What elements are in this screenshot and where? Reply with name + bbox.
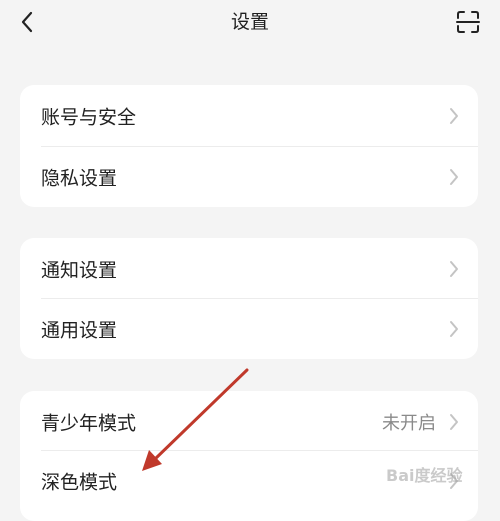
settings-item-label: 青少年模式 <box>41 412 137 434</box>
settings-item-label: 隐私设置 <box>41 167 118 189</box>
settings-item-label: 通用设置 <box>41 319 118 341</box>
page-title: 设置 <box>230 11 269 33</box>
scan-icon[interactable] <box>454 8 482 36</box>
header-bar: 设置 <box>0 0 500 44</box>
settings-item-dark-mode[interactable]: 深色模式 <box>20 450 478 511</box>
settings-group-general: 通知设置 通用设置 <box>20 238 478 359</box>
teen-mode-status: 未开启 <box>382 412 436 434</box>
settings-item-privacy[interactable]: 隐私设置 <box>20 146 478 207</box>
settings-item-notifications[interactable]: 通知设置 <box>20 238 478 299</box>
settings-item-teen-mode[interactable]: 青少年模式 未开启 <box>20 391 478 452</box>
chevron-right-icon <box>450 168 458 185</box>
settings-item-label: 深色模式 <box>41 471 118 493</box>
settings-group-account: 账号与安全 隐私设置 <box>20 85 478 207</box>
chevron-right-icon <box>450 413 458 430</box>
chevron-right-icon <box>450 107 458 124</box>
settings-item-label: 账号与安全 <box>41 106 137 128</box>
chevron-right-icon <box>450 260 458 277</box>
settings-item-general[interactable]: 通用设置 <box>20 298 478 359</box>
settings-group-modes: 青少年模式 未开启 深色模式 <box>20 391 478 521</box>
chevron-right-icon <box>450 472 458 489</box>
chevron-right-icon <box>450 320 458 337</box>
settings-item-account-security[interactable]: 账号与安全 <box>20 85 478 146</box>
settings-item-label: 通知设置 <box>41 259 118 281</box>
